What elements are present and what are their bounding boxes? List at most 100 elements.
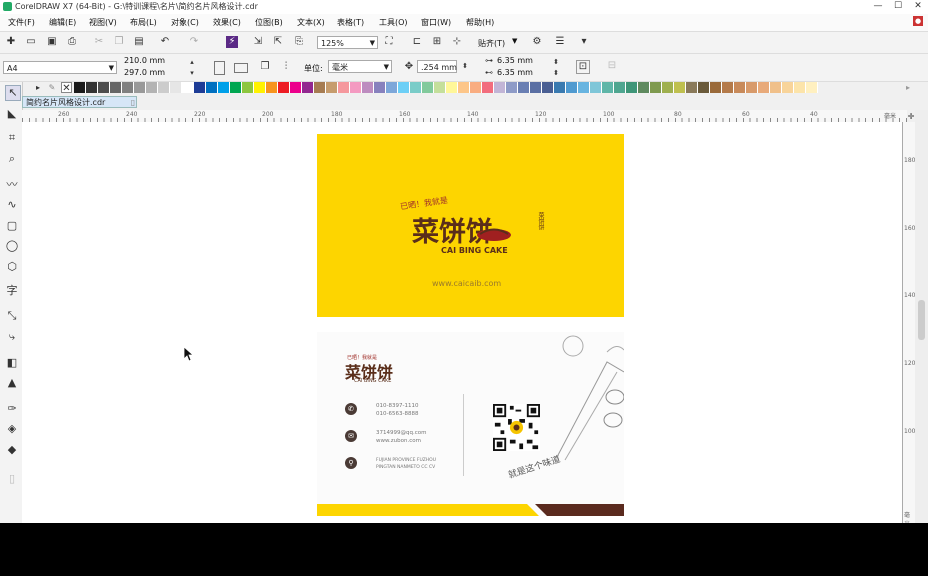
- scrollbar-thumb[interactable]: [918, 300, 925, 340]
- minimize-button[interactable]: —: [868, 0, 888, 14]
- business-card-front[interactable]: 已晒！我就是 菜饼饼 菜饼饼 CAI BING CAKE www.caicaib…: [317, 134, 624, 317]
- redo-icon[interactable]: ↷: [188, 36, 200, 48]
- color-swatch[interactable]: [782, 82, 794, 93]
- color-swatch[interactable]: [602, 82, 614, 93]
- color-swatch[interactable]: [638, 82, 650, 93]
- color-eyedropper-icon[interactable]: ✑: [5, 402, 19, 416]
- ellipse-tool-icon[interactable]: ◯: [5, 239, 19, 253]
- page-size-combo[interactable]: A4 ▼: [3, 61, 117, 74]
- color-swatch[interactable]: [230, 82, 242, 93]
- drop-shadow-icon[interactable]: ◧: [5, 356, 19, 370]
- color-swatch[interactable]: [362, 82, 374, 93]
- color-swatch[interactable]: [446, 82, 458, 93]
- print-icon[interactable]: ⎙: [66, 36, 78, 48]
- menu-table[interactable]: 表格(T): [337, 17, 364, 28]
- freehand-tool-icon[interactable]: 〰: [5, 178, 19, 192]
- palette-scroll-right-icon[interactable]: ▸: [902, 82, 914, 93]
- cut-icon[interactable]: ✂: [93, 36, 105, 48]
- crop-tool-icon[interactable]: ⌗: [5, 131, 19, 145]
- vertical-scrollbar[interactable]: [915, 110, 928, 523]
- page-height-field[interactable]: 297.0 mm: [124, 68, 165, 77]
- full-screen-icon[interactable]: ⛶: [383, 36, 395, 48]
- user-icon[interactable]: ●: [913, 16, 923, 26]
- text-tool-icon[interactable]: 字: [5, 284, 19, 298]
- color-swatch[interactable]: [110, 82, 122, 93]
- duplicate-distance-x[interactable]: 6.35 mm: [497, 56, 533, 65]
- color-swatch[interactable]: [158, 82, 170, 93]
- menu-text[interactable]: 文本(X): [297, 17, 325, 28]
- snap-to-button[interactable]: 贴齐(T): [478, 38, 505, 49]
- color-swatch[interactable]: [386, 82, 398, 93]
- current-page-icon[interactable]: ⫶: [280, 61, 292, 73]
- parallel-dimension-icon[interactable]: ⤡: [5, 309, 19, 323]
- color-swatch[interactable]: [374, 82, 386, 93]
- color-swatch[interactable]: [470, 82, 482, 93]
- menu-layout[interactable]: 布局(L): [130, 17, 157, 28]
- menu-object[interactable]: 对象(C): [171, 17, 199, 28]
- connector-tool-icon[interactable]: ⤷: [5, 330, 19, 344]
- portrait-icon[interactable]: [214, 61, 225, 75]
- color-swatch[interactable]: [194, 82, 206, 93]
- close-button[interactable]: ✕: [908, 0, 928, 14]
- color-swatch[interactable]: [278, 82, 290, 93]
- polygon-tool-icon[interactable]: ⬡: [5, 260, 19, 274]
- show-grid-icon[interactable]: ⊞: [431, 36, 443, 48]
- color-swatch[interactable]: [146, 82, 158, 93]
- pick-tool-icon[interactable]: ↖: [5, 85, 21, 101]
- menu-bitmaps[interactable]: 位图(B): [255, 17, 283, 28]
- transparency-icon[interactable]: ▲: [5, 376, 19, 390]
- menu-edit[interactable]: 编辑(E): [49, 17, 76, 28]
- nudge-distance-field[interactable]: .254 mm: [417, 60, 457, 73]
- color-swatch[interactable]: [458, 82, 470, 93]
- color-swatch[interactable]: [314, 82, 326, 93]
- color-swatch[interactable]: [422, 82, 434, 93]
- all-pages-icon[interactable]: ❐: [259, 61, 271, 73]
- color-swatch[interactable]: [206, 82, 218, 93]
- color-palette[interactable]: [74, 82, 818, 93]
- color-swatch[interactable]: [530, 82, 542, 93]
- document-tab[interactable]: 简约名片风格设计.cdr: [22, 96, 137, 108]
- color-swatch[interactable]: [182, 82, 194, 93]
- artistic-media-icon[interactable]: ∿: [5, 198, 19, 212]
- dup-y-spinner-icon[interactable]: ⬍: [550, 67, 562, 79]
- color-swatch[interactable]: [218, 82, 230, 93]
- color-swatch[interactable]: [650, 82, 662, 93]
- color-swatch[interactable]: [290, 82, 302, 93]
- menu-file[interactable]: 文件(F): [8, 17, 35, 28]
- color-swatch[interactable]: [662, 82, 674, 93]
- import-icon[interactable]: ⇲: [252, 36, 264, 48]
- menu-help[interactable]: 帮助(H): [466, 17, 494, 28]
- page-options-icon[interactable]: ⊟: [606, 60, 618, 72]
- color-swatch[interactable]: [506, 82, 518, 93]
- color-swatch[interactable]: [806, 82, 818, 93]
- color-swatch[interactable]: [710, 82, 722, 93]
- palette-scroll-left-icon[interactable]: ▸: [32, 82, 44, 93]
- color-swatch[interactable]: [326, 82, 338, 93]
- color-swatch[interactable]: [614, 82, 626, 93]
- height-spinner-icon[interactable]: ▾: [186, 67, 198, 79]
- color-swatch[interactable]: [242, 82, 254, 93]
- business-card-back[interactable]: 已晒！我就是 菜饼饼 CAI BING CAKE ✆ 010-8397-1110…: [317, 332, 624, 516]
- color-swatch[interactable]: [542, 82, 554, 93]
- color-swatch[interactable]: [494, 82, 506, 93]
- color-swatch[interactable]: [746, 82, 758, 93]
- rectangle-tool-icon[interactable]: ▢: [5, 219, 19, 233]
- color-swatch[interactable]: [518, 82, 530, 93]
- color-swatch[interactable]: [674, 82, 686, 93]
- color-swatch[interactable]: [578, 82, 590, 93]
- show-guidelines-icon[interactable]: ⊹: [451, 36, 463, 48]
- color-swatch[interactable]: [794, 82, 806, 93]
- color-swatch[interactable]: [302, 82, 314, 93]
- units-combo[interactable]: 毫米 ▼: [328, 60, 392, 73]
- publish-pdf-icon[interactable]: ⎘: [293, 36, 305, 48]
- zoom-level-combo[interactable]: 125% ▼: [317, 36, 378, 49]
- landscape-icon[interactable]: [234, 63, 248, 73]
- color-swatch[interactable]: [170, 82, 182, 93]
- color-swatch[interactable]: [410, 82, 422, 93]
- zoom-tool-icon[interactable]: ⌕: [5, 152, 19, 166]
- color-swatch[interactable]: [554, 82, 566, 93]
- color-swatch[interactable]: [74, 82, 86, 93]
- menu-tools[interactable]: 工具(O): [379, 17, 408, 28]
- smart-fill-icon[interactable]: ◆: [5, 443, 19, 457]
- open-icon[interactable]: ▭: [25, 36, 37, 48]
